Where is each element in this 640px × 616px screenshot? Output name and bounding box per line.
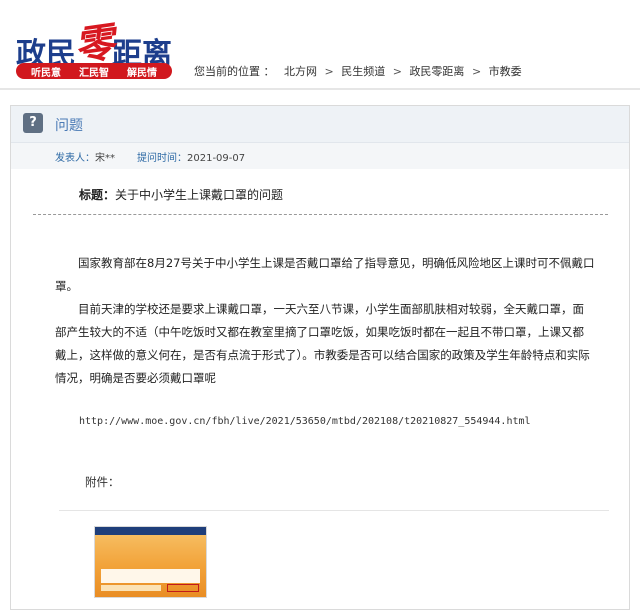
section-title: 问题 (55, 118, 83, 134)
question-subject: 标题：关于中小学生上课戴口罩的问题 (79, 186, 283, 203)
slogan-tag: 解民情 (127, 67, 157, 79)
breadcrumb-link-beifangwang[interactable]: 北方网 (284, 65, 317, 78)
breadcrumb-link-zhengmin[interactable]: 政民零距离 (409, 65, 464, 78)
breadcrumb-link-minsheng[interactable]: 民生频道 (341, 65, 385, 78)
subject-text: 关于中小学生上课戴口罩的问题 (115, 188, 284, 202)
subject-divider (33, 214, 608, 215)
question-meta: 发表人：宋** 提问时间：2021-09-07 (11, 143, 629, 169)
question-mark-icon: ? (23, 113, 43, 133)
time-info: 提问时间：2021-09-07 (137, 149, 245, 164)
thumbnail-banner (101, 569, 200, 583)
breadcrumb-link-jiaowei[interactable]: 市教委 (489, 65, 522, 78)
reference-url[interactable]: http://www.moe.gov.cn/fbh/live/2021/5365… (79, 416, 531, 427)
attachment-thumbnail[interactable] (94, 526, 207, 598)
poster-name: 宋** (95, 153, 115, 164)
breadcrumb-separator: > (324, 65, 334, 78)
header-divider (0, 88, 640, 90)
thumbnail-topbar (95, 527, 206, 535)
slogan-tag: 汇民智 (79, 67, 109, 79)
slogan-tag: 听民意 (31, 67, 61, 79)
question-body: 国家教育部在8月27号关于中小学生上课是否戴口罩给了指导意见，明确低风险地区上课… (55, 252, 595, 390)
breadcrumb: 您当前的位置 ： 北方网 > 民生频道 > 政民零距离 > 市教委 (194, 63, 522, 79)
slogan-bar: 听民意 汇民智 解民情 (16, 63, 172, 79)
breadcrumb-separator: > (471, 65, 482, 78)
question-header: ? 问题 (11, 106, 629, 143)
attachment-label: 附件： (85, 475, 120, 489)
question-time: 2021-09-07 (187, 153, 246, 164)
site-header: 政民零距离 听民意 汇民智 解民情 您当前的位置 ： 北方网 > 民生频道 > … (0, 0, 640, 92)
breadcrumb-separator: > (392, 65, 402, 78)
poster-info: 发表人：宋** (55, 149, 115, 164)
body-paragraph: 国家教育部在8月27号关于中小学生上课是否戴口罩给了指导意见，明确低风险地区上课… (55, 256, 595, 293)
subject-label: 标题： (79, 188, 116, 202)
thumbnail-highlight-box (167, 584, 199, 592)
question-panel: ? 问题 发表人：宋** 提问时间：2021-09-07 标题：关于中小学生上课… (10, 105, 630, 610)
poster-label: 发表人： (55, 153, 95, 164)
attachment-divider (59, 510, 609, 511)
thumbnail-caption (101, 585, 161, 591)
body-paragraph: 目前天津的学校还是要求上课戴口罩，一天六至八节课，小学生面部肌肤相对较弱，全天戴… (55, 302, 590, 385)
time-label: 提问时间： (137, 153, 187, 164)
breadcrumb-prefix: 您当前的位置 ： (194, 65, 275, 78)
